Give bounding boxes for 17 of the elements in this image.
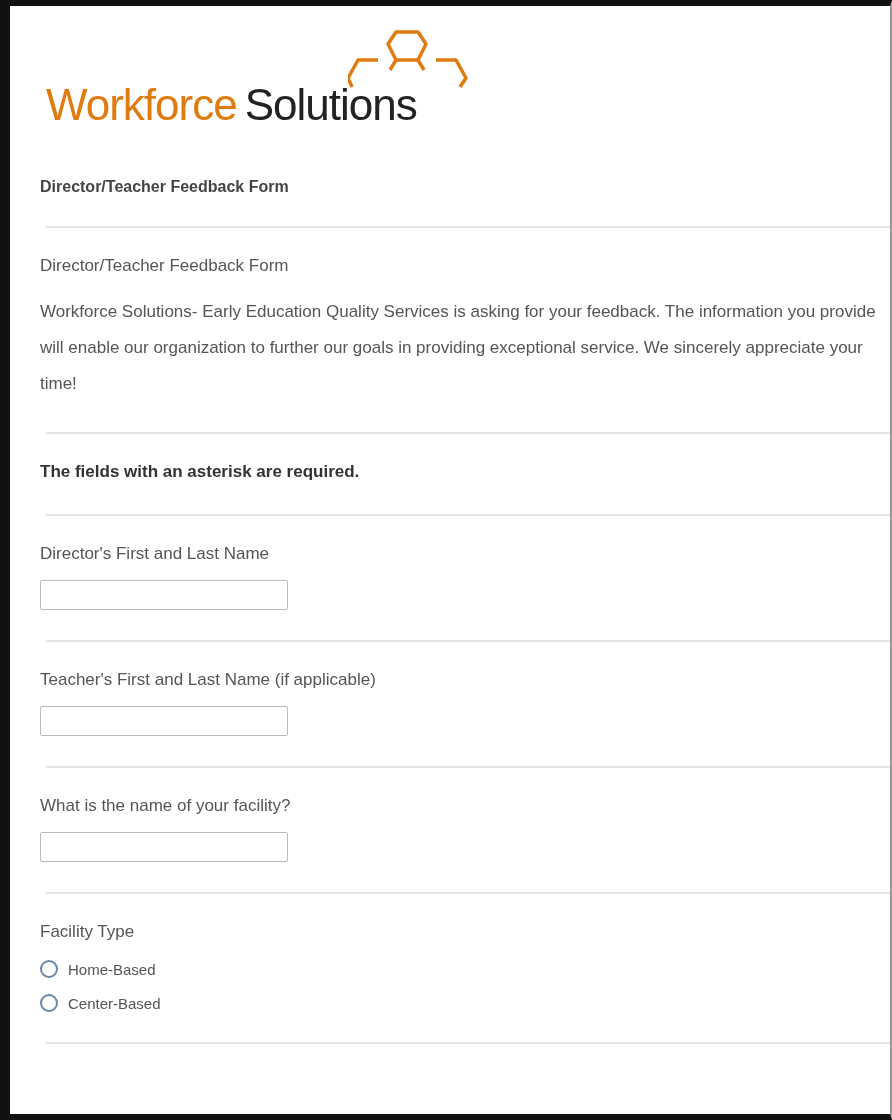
text-field[interactable] (40, 580, 288, 610)
radio-button[interactable] (40, 960, 58, 978)
question-label: Director's First and Last Name (40, 543, 271, 565)
logo-wordmark: Solutions (244, 80, 417, 129)
question-label: What is the name of your facility? (40, 795, 292, 817)
intro-title: Director/Teacher Feedback Form (40, 255, 290, 277)
required-note: The fields with an asterisk are required. (40, 461, 361, 483)
question-label: Facility Type (40, 921, 136, 943)
form-title: Director/Teacher Feedback Form (40, 178, 290, 196)
text-field[interactable] (40, 832, 288, 862)
option-label: Center-Based (68, 994, 161, 1012)
logo-wordmark: Workforce (46, 80, 237, 129)
option-label: Home-Based (68, 960, 156, 978)
text-field[interactable] (40, 706, 288, 736)
radio-button[interactable] (40, 994, 58, 1012)
question-label: Teacher's First and Last Name (if applicable) (40, 669, 377, 691)
intro-paragraph: Workforce Solutions- Early Education Quality Services is asking for your feedback. The information you provide will enable our organization to further our goals in providing exceptional service. We sincerely appreciate your time! (40, 301, 877, 395)
